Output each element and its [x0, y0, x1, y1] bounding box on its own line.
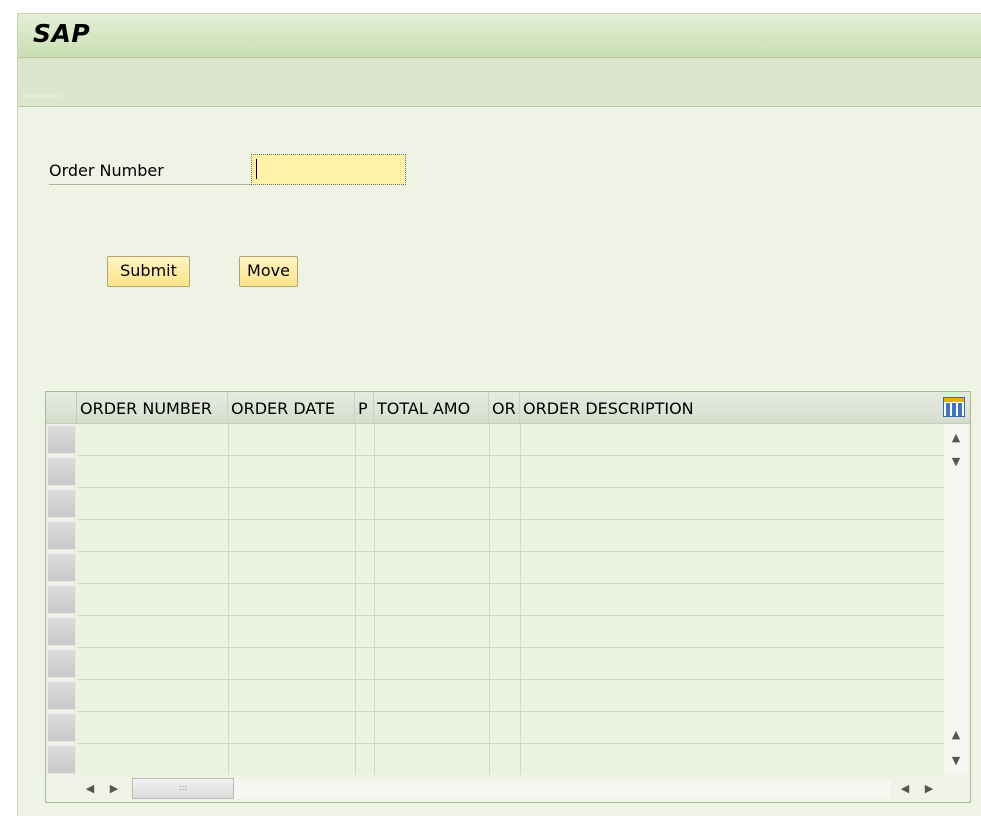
row-selector[interactable]: [47, 489, 76, 518]
scroll-up-icon[interactable]: ▲: [944, 428, 968, 448]
column-settings-icon[interactable]: [943, 397, 965, 417]
row-selector[interactable]: [47, 681, 76, 710]
text-cursor: [256, 159, 257, 179]
window-title: SAP: [33, 19, 91, 48]
table-row[interactable]: [77, 584, 944, 616]
column-divider: [520, 424, 521, 775]
column-header-order-date[interactable]: ORDER DATE: [228, 392, 355, 423]
scroll-left-icon[interactable]: ◀: [81, 779, 99, 799]
application-toolbar: [18, 58, 981, 107]
table-row[interactable]: [77, 552, 944, 584]
table-header: ORDER NUMBER ORDER DATE P TOTAL AMO OR O…: [46, 392, 970, 424]
column-header-order-description[interactable]: ORDER DESCRIPTION: [520, 392, 942, 423]
column-header-order-number[interactable]: ORDER NUMBER: [77, 392, 228, 423]
column-header-or[interactable]: OR: [489, 392, 520, 423]
column-divider: [374, 424, 375, 775]
column-header-p[interactable]: P: [355, 392, 374, 423]
select-all-corner[interactable]: [46, 392, 77, 423]
table-row[interactable]: [77, 744, 944, 775]
column-header-total-amount[interactable]: TOTAL AMO: [374, 392, 489, 423]
scroll-down-icon[interactable]: ▼: [944, 452, 968, 472]
row-selector[interactable]: [47, 521, 76, 550]
row-selector[interactable]: [47, 649, 76, 678]
submit-button[interactable]: Submit: [107, 256, 190, 287]
title-bar: SAP: [18, 14, 981, 58]
table-body: [46, 424, 944, 775]
orders-table: ORDER NUMBER ORDER DATE P TOTAL AMO OR O…: [45, 391, 971, 803]
scroll-end-right-icon[interactable]: ▶: [920, 779, 938, 799]
row-selector[interactable]: [47, 585, 76, 614]
column-divider: [489, 424, 490, 775]
table-row[interactable]: [77, 680, 944, 712]
sap-window: SAP Order Number Submit Move ORDER NUMBE…: [17, 13, 981, 816]
row-selector[interactable]: [47, 553, 76, 582]
vertical-scrollbar[interactable]: ▲ ▼ ▲ ▼: [944, 424, 968, 775]
row-selector[interactable]: [47, 745, 76, 774]
order-number-label: Order Number: [49, 160, 253, 185]
row-selector[interactable]: [47, 425, 76, 454]
table-row[interactable]: [77, 712, 944, 744]
horizontal-scroll-thumb[interactable]: :::: [132, 778, 234, 799]
scroll-right-icon[interactable]: ▶: [105, 779, 123, 799]
horizontal-scrollbar[interactable]: ◀ ▶ ::: ◀ ▶: [77, 775, 970, 802]
column-divider: [228, 424, 229, 775]
table-row[interactable]: [77, 648, 944, 680]
scroll-page-down-icon[interactable]: ▼: [944, 751, 968, 771]
table-row[interactable]: [77, 616, 944, 648]
row-selector[interactable]: [47, 457, 76, 486]
row-selector[interactable]: [47, 617, 76, 646]
column-divider: [355, 424, 356, 775]
table-row[interactable]: [77, 520, 944, 552]
toolbar-grip: [22, 94, 62, 98]
row-selector[interactable]: [47, 713, 76, 742]
table-row[interactable]: [77, 456, 944, 488]
scroll-end-left-icon[interactable]: ◀: [896, 779, 914, 799]
move-button[interactable]: Move: [239, 256, 298, 287]
table-row[interactable]: [77, 488, 944, 520]
horizontal-scroll-track[interactable]: [134, 779, 891, 799]
scroll-page-up-icon[interactable]: ▲: [944, 725, 968, 745]
order-number-input[interactable]: [251, 154, 406, 185]
table-row[interactable]: [77, 424, 944, 456]
